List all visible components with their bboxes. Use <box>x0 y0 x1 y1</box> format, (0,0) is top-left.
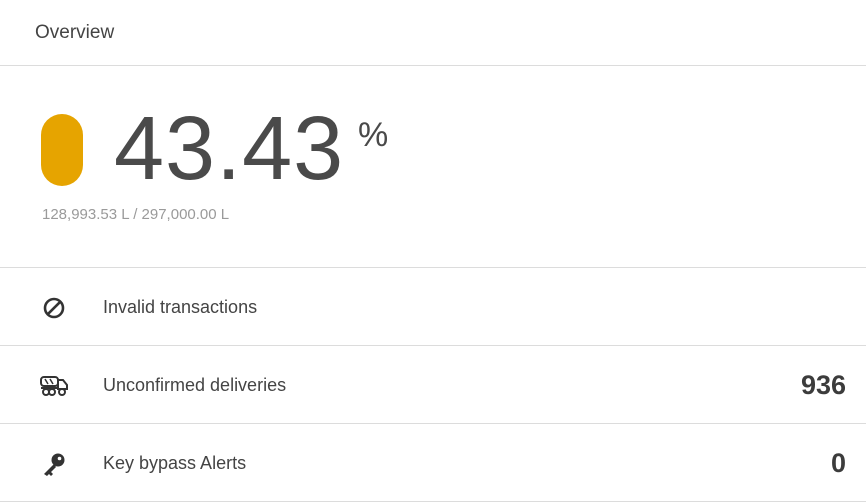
row-label: Invalid transactions <box>103 297 258 317</box>
row-unconfirmed-deliveries[interactable]: Unconfirmed deliveries 936 <box>0 346 866 424</box>
percent-unit: % <box>358 116 389 154</box>
panel-title: Overview <box>35 22 115 43</box>
row-label: Unconfirmed deliveries <box>103 375 287 395</box>
overview-panel: Overview 43.43 % 128,993.53 L / 297,000.… <box>0 0 866 502</box>
row-invalid-transactions[interactable]: Invalid transactions <box>0 268 866 346</box>
row-count: 936 <box>800 370 846 400</box>
row-count: 0 <box>830 448 846 478</box>
no-entry-icon <box>40 294 68 322</box>
row-label: Key bypass Alerts <box>103 453 247 473</box>
key-icon <box>40 450 68 478</box>
fill-level-indicator <box>41 114 83 186</box>
tanker-truck-icon <box>40 372 68 400</box>
row-key-bypass-alerts[interactable]: Key bypass Alerts 0 <box>0 424 866 502</box>
volume-detail: 128,993.53 L / 297,000.00 L <box>42 206 230 223</box>
panel-header: Overview <box>0 0 866 66</box>
fill-level-section: 43.43 % 128,993.53 L / 297,000.00 L <box>0 66 866 268</box>
fill-percent-value: 43.43 <box>114 99 345 199</box>
